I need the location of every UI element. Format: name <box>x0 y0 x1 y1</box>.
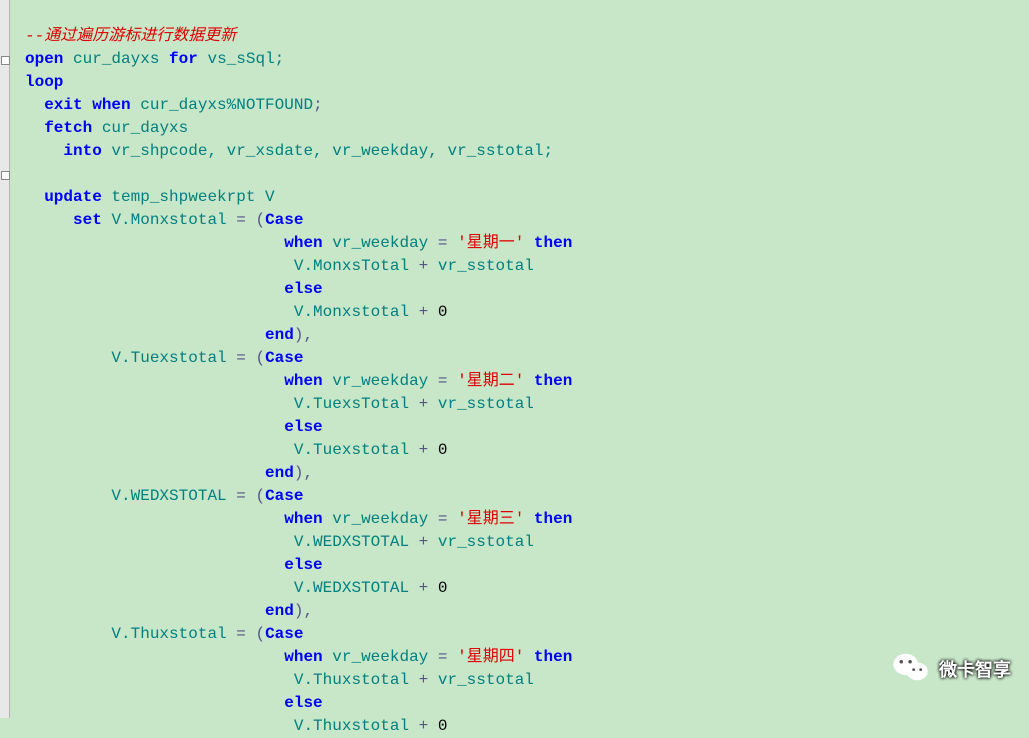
kw-end: end <box>265 326 294 344</box>
str-day-tue: '星期二' <box>457 372 524 390</box>
fold-marker[interactable] <box>1 171 10 180</box>
kw-else: else <box>284 694 322 712</box>
num-zero: 0 <box>438 441 448 459</box>
paren-open: ( <box>255 349 265 367</box>
str-day-mon: '星期一' <box>457 234 524 252</box>
kw-end: end <box>265 464 294 482</box>
code-gutter <box>0 0 10 718</box>
id-sstotal: vr_sstotal <box>438 257 534 275</box>
id-total: V.WEDXSTOTAL <box>294 533 409 551</box>
kw-open: open <box>25 50 63 68</box>
watermark: 微卡智享 <box>893 652 1011 688</box>
op-eq: = <box>428 510 457 528</box>
id-total: V.WEDXSTOTAL <box>294 579 409 597</box>
paren-close-comma: ), <box>294 602 313 620</box>
id-sstotal: vr_sstotal <box>438 671 534 689</box>
kw-loop: loop <box>25 73 63 91</box>
kw-case: Case <box>265 349 303 367</box>
num-zero: 0 <box>438 717 448 735</box>
id-table: temp_shpweekrpt V <box>111 188 274 206</box>
op-plus: + <box>409 257 438 275</box>
id-total: V.TuexsTotal <box>294 395 409 413</box>
watermark-text: 微卡智享 <box>939 659 1011 682</box>
id-target-tue: V.Tuexstotal <box>111 349 226 367</box>
kw-case: Case <box>265 625 303 643</box>
op-eq: = <box>227 211 256 229</box>
kw-else: else <box>284 280 322 298</box>
paren-open: ( <box>255 211 265 229</box>
paren-open: ( <box>255 625 265 643</box>
id-weekday: vr_weekday <box>332 510 428 528</box>
str-day-wed: '星期三' <box>457 510 524 528</box>
paren-close-comma: ), <box>294 464 313 482</box>
str-day-thu: '星期四' <box>457 648 524 666</box>
num-zero: 0 <box>438 579 448 597</box>
paren-open: ( <box>255 487 265 505</box>
op-eq: = <box>227 487 256 505</box>
kw-update: update <box>44 188 102 206</box>
op-plus: + <box>409 579 438 597</box>
id-weekday: vr_weekday <box>332 648 428 666</box>
kw-when: when <box>284 648 322 666</box>
fold-marker[interactable] <box>1 56 10 65</box>
kw-set: set <box>73 211 102 229</box>
kw-end: end <box>265 602 294 620</box>
op-eq: = <box>428 234 457 252</box>
id-target-mon: V.Monxstotal <box>111 211 226 229</box>
id-total: V.Monxstotal <box>294 303 409 321</box>
op-plus: + <box>409 441 438 459</box>
op-plus: + <box>409 717 438 735</box>
op-plus: + <box>409 533 438 551</box>
id-weekday: vr_weekday <box>332 234 428 252</box>
op-eq: = <box>227 349 256 367</box>
id-sstotal: vr_sstotal <box>438 533 534 551</box>
code-content: --通过遍历游标进行数据更新 open cur_dayxs for vs_sSq… <box>10 2 1029 738</box>
kw-else: else <box>284 418 322 436</box>
kw-case: Case <box>265 211 303 229</box>
kw-when: when <box>284 510 322 528</box>
id-notfound: cur_dayxs%NOTFOUND <box>140 96 313 114</box>
paren-close-comma: ), <box>294 326 313 344</box>
num-zero: 0 <box>438 303 448 321</box>
id-cursor: cur_dayxs <box>102 119 188 137</box>
id-total: V.Tuexstotal <box>294 441 409 459</box>
op-plus: + <box>409 303 438 321</box>
kw-when: when <box>284 234 322 252</box>
kw-for: for <box>169 50 198 68</box>
id-sstotal: vr_sstotal <box>438 395 534 413</box>
id-intolist: vr_shpcode, vr_xsdate, vr_weekday, vr_ss… <box>111 142 553 160</box>
kw-fetch: fetch <box>44 119 92 137</box>
op-eq: = <box>428 648 457 666</box>
kw-then: then <box>534 510 572 528</box>
id-target-thu: V.Thuxstotal <box>111 625 226 643</box>
kw-else: else <box>284 556 322 574</box>
op-eq: = <box>227 625 256 643</box>
op-eq: = <box>428 372 457 390</box>
op-plus: + <box>409 671 438 689</box>
id-total: V.MonxsTotal <box>294 257 409 275</box>
kw-then: then <box>534 372 572 390</box>
kw-then: then <box>534 648 572 666</box>
id-total: V.Thuxstotal <box>294 671 409 689</box>
op-plus: + <box>409 395 438 413</box>
id-total: V.Thuxstotal <box>294 717 409 735</box>
kw-case: Case <box>265 487 303 505</box>
id-weekday: vr_weekday <box>332 372 428 390</box>
semicolon: ; <box>313 96 323 114</box>
kw-when: when <box>92 96 130 114</box>
wechat-icon <box>893 652 929 688</box>
kw-into: into <box>63 142 101 160</box>
id-sqlvar: vs_sSql; <box>207 50 284 68</box>
id-target-wed: V.WEDXSTOTAL <box>111 487 226 505</box>
code-comment: --通过遍历游标进行数据更新 <box>25 27 236 45</box>
kw-when: when <box>284 372 322 390</box>
id-cursor: cur_dayxs <box>73 50 159 68</box>
kw-exit: exit <box>44 96 82 114</box>
kw-then: then <box>534 234 572 252</box>
